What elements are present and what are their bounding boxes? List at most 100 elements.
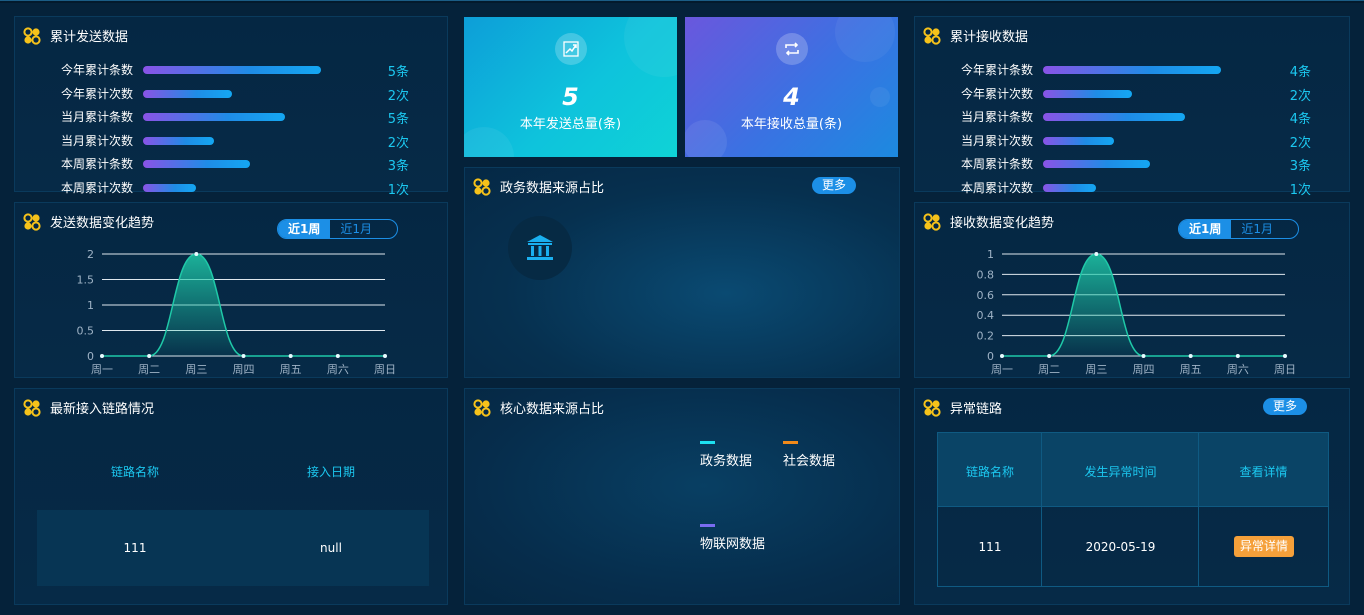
stat-row: 今年累计次数 2次 [915, 85, 1349, 105]
core-source-panel: 核心数据来源占比 政务数据 社会数据 物联网数据 [464, 388, 900, 605]
legend-label: 社会数据 [783, 454, 836, 469]
stat-label: 当月累计条数 [60, 110, 133, 124]
data-point [1047, 354, 1052, 358]
series-line [1002, 253, 1285, 357]
stat-label: 本周累计条数 [960, 157, 1033, 171]
receive-total-number: 4 [783, 83, 800, 111]
y-tick-label: 0.4 [977, 309, 995, 322]
stat-label: 今年累计次数 [60, 86, 133, 101]
gov-more-button[interactable]: 更多 [812, 177, 856, 194]
stat-value: 4条 [1289, 65, 1311, 80]
clover-icon [923, 398, 941, 417]
core-source-title: 核心数据来源占比 [500, 402, 605, 417]
x-tick-label: 周三 [1085, 363, 1107, 376]
stat-value: 3条 [1289, 159, 1311, 174]
data-point [1188, 354, 1193, 358]
top-border [0, 0, 1364, 3]
legend-swatch [700, 441, 715, 444]
clover-icon [23, 398, 41, 417]
data-point [1000, 354, 1004, 358]
abnormal-more-button[interactable]: 更多 [1263, 398, 1307, 415]
stat-row: 当月累计条数 4条 [915, 108, 1349, 128]
legend-label: 物联网数据 [700, 537, 766, 552]
stat-bar [1043, 183, 1097, 192]
stat-bar [143, 89, 232, 98]
stat-value: 3条 [387, 159, 409, 174]
x-tick-label: 周四 [1133, 363, 1155, 376]
stat-bar [1043, 66, 1221, 74]
legend-item[interactable]: 社会数据 [783, 441, 835, 469]
stat-label: 当月累计条数 [960, 110, 1033, 124]
abnormal-table-header: 链路名称 发生异常时间 查看详情 [938, 433, 1328, 507]
panel-title: 异常链路 [923, 398, 1002, 417]
legend-swatch [700, 524, 715, 527]
x-tick-label: 周一 [991, 363, 1013, 376]
stat-value: 1次 [387, 182, 409, 198]
send-total-number: 5 [562, 83, 579, 111]
y-tick-label: 1 [87, 299, 94, 312]
data-point [335, 354, 340, 358]
stat-row: 本周累计次数 1次 [915, 179, 1349, 199]
stat-bar [1043, 160, 1150, 168]
stat-bar [1043, 89, 1132, 98]
receive-trend-panel: 接收数据变化趋势 近1周 近1月 0 0.2 0.4 0.6 0.8 1 周一 周二 周三 周四周… [914, 202, 1350, 378]
stat-bar [143, 183, 197, 192]
y-tick-label: 0.6 [977, 289, 995, 302]
stat-value: 2次 [1289, 88, 1311, 104]
abnormal-detail-button[interactable]: 异常详情 [1234, 536, 1294, 557]
link-name-cell: 111 [978, 540, 1002, 554]
stat-value: 2次 [1289, 135, 1311, 151]
series-area [1002, 254, 1285, 356]
legend-swatch [783, 441, 798, 444]
abnormal-table: 链路名称 发生异常时间 查看详情 111 2020-05-19 异常详情 [937, 432, 1329, 587]
stat-row: 本周累计条数 3条 [15, 155, 447, 175]
panel-title: 累计接收数据 [923, 26, 1028, 45]
gov-source-panel: 政务数据来源占比 更多 [464, 167, 900, 378]
column-header: 接入日期 [306, 465, 355, 479]
data-point [194, 252, 199, 256]
clover-icon [23, 26, 41, 45]
y-tick-label: 0 [87, 350, 94, 363]
y-tick-label: 2 [87, 248, 94, 261]
send-trend-chart: 0 0.5 1 1.5 2 周一 周二 周三 周四 周五 周六 周日 [77, 248, 397, 376]
stat-row: 今年累计次数 2次 [15, 85, 447, 105]
panel-title: 政务数据来源占比 [473, 177, 604, 196]
column-header: 发生异常时间 [1084, 465, 1157, 479]
data-point [1235, 354, 1240, 358]
legend-item[interactable]: 物联网数据 [700, 524, 765, 552]
x-tick-label: 周二 [1038, 363, 1060, 376]
table-row[interactable]: 111 null [37, 510, 429, 586]
panel-title: 核心数据来源占比 [473, 398, 604, 417]
stat-row: 当月累计次数 2次 [15, 132, 447, 152]
abnormal-links-panel: 异常链路 更多 链路名称 发生异常时间 查看详情 111 2020-05-19 … [914, 388, 1350, 605]
stat-label: 今年累计条数 [60, 63, 133, 77]
send-stats-title: 累计发送数据 [50, 30, 129, 45]
stat-value: 5条 [387, 112, 409, 127]
abnormal-links-title: 异常链路 [950, 402, 1003, 417]
x-tick-label: 周一 [91, 363, 113, 376]
x-tick-label: 周三 [185, 363, 207, 376]
legend-label: 政务数据 [700, 454, 753, 469]
x-tick-label: 周六 [327, 363, 349, 376]
send-stats-panel: 累计发送数据 今年累计条数 5条今年累计次数 2次当月累计条数 5条当月累计次数 2次本… [14, 16, 448, 198]
data-point [383, 354, 387, 358]
stat-bar [143, 113, 286, 121]
stat-bar [143, 136, 215, 145]
data-point [100, 354, 104, 358]
send-total-tile: 5 本年发送总量(条) [464, 17, 677, 157]
receive-stats-panel: 累计接收数据 今年累计条数 4条 今年累计次数 2次 当月累计条数 4条 当月累计次数 2次本… [914, 16, 1350, 198]
stat-row: 本周累计次数 1次 [15, 179, 447, 199]
link-date-cell: null [320, 541, 342, 555]
x-tick-label: 周五 [1180, 363, 1202, 376]
stat-row: 今年累计条数 5条 [15, 61, 447, 81]
y-tick-label: 0.8 [977, 268, 995, 281]
legend-item[interactable]: 政务数据 [700, 441, 752, 469]
y-tick-label: 0 [987, 350, 994, 363]
repeat-icon [775, 33, 808, 65]
y-tick-label: 1.5 [77, 274, 95, 287]
panel-title: 累计发送数据 [23, 26, 128, 45]
data-point [288, 354, 293, 358]
stat-bar [1043, 136, 1115, 145]
stat-value: 2次 [387, 88, 409, 104]
panel-title: 最新接入链路情况 [23, 398, 154, 417]
